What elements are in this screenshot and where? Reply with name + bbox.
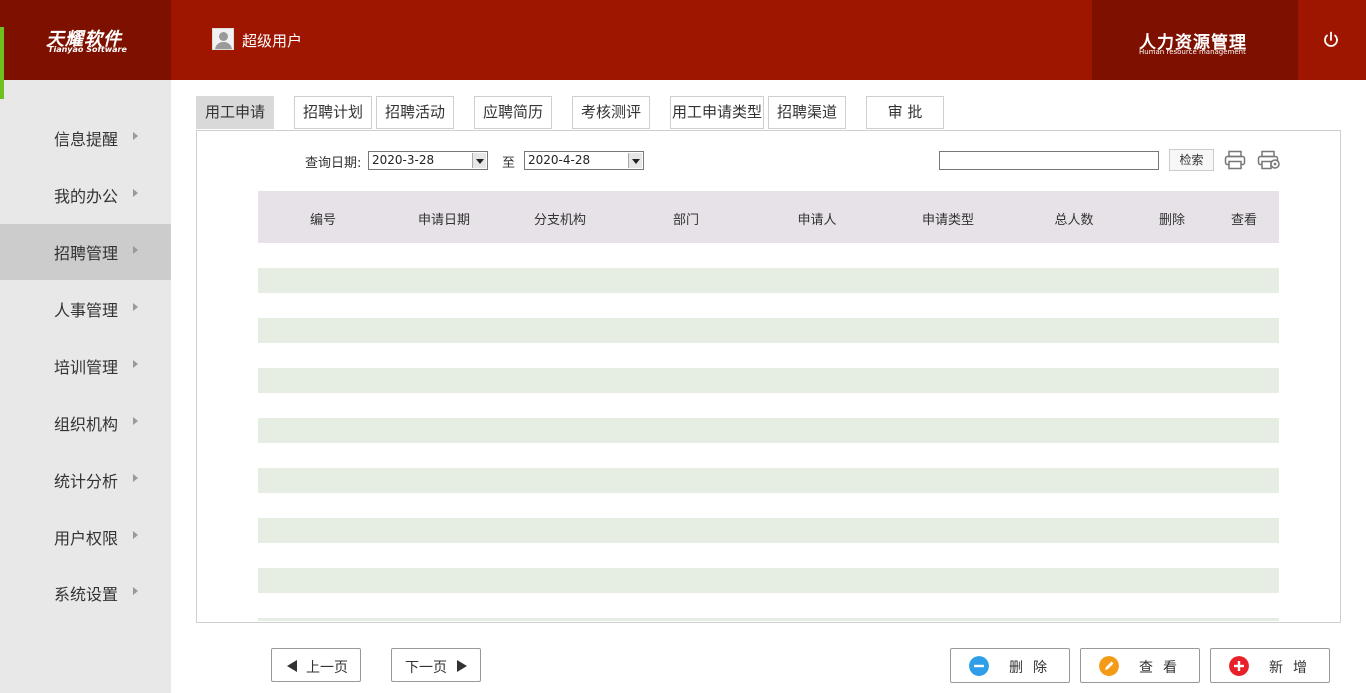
chevron-right-icon [133, 132, 138, 140]
column-header-department[interactable]: 部门 [673, 209, 699, 228]
sidebar-item-label: 我的办公 [54, 187, 119, 206]
table-header: 编号 申请日期 分支机构 部门 申请人 申请类型 总人数 删除 查看 [258, 191, 1279, 243]
column-header-applicant[interactable]: 申请人 [797, 209, 836, 228]
next-page-button[interactable]: 下一页 [391, 648, 481, 682]
date-to-value: 2020-4-28 [528, 153, 591, 167]
sidebar-item-label: 系统设置 [54, 585, 119, 604]
chevron-right-icon [133, 474, 138, 482]
table-row[interactable] [258, 568, 1279, 593]
search-input[interactable] [939, 151, 1159, 170]
tab-recruitment-channels[interactable]: 招聘渠道 [768, 96, 846, 129]
sidebar-item-label: 组织机构 [54, 415, 119, 434]
delete-button[interactable]: 删除 [950, 648, 1070, 683]
table-row[interactable] [258, 418, 1279, 443]
view-label: 查看 [1139, 660, 1187, 676]
query-date-label: 查询日期: [305, 156, 362, 171]
sidebar-item-label: 统计分析 [54, 472, 119, 491]
tab-approval[interactable]: 审 批 [866, 96, 944, 129]
tab-resumes[interactable]: 应聘简历 [474, 96, 552, 129]
sidebar-item-label: 招聘管理 [54, 244, 119, 263]
column-header-apply-date[interactable]: 申请日期 [418, 209, 470, 228]
column-header-branch[interactable]: 分支机构 [534, 209, 586, 228]
date-to-label: 至 [502, 156, 516, 171]
table-row[interactable] [258, 368, 1279, 393]
sidebar: 信息提醒 我的办公 招聘管理 人事管理 培训管理 组织机构 统计分析 用户权限 … [0, 80, 171, 693]
date-from-value: 2020-3-28 [372, 153, 435, 167]
column-header-total-people[interactable]: 总人数 [1054, 209, 1093, 228]
logo-accent-bar [0, 27, 4, 99]
view-button[interactable]: 查看 [1080, 648, 1200, 683]
sidebar-item-training[interactable]: 培训管理 [0, 338, 171, 394]
tab-recruitment-activity[interactable]: 招聘活动 [376, 96, 454, 129]
sidebar-item-info-reminder[interactable]: 信息提醒 [0, 110, 171, 166]
top-header: 天耀软件 Tianyao Software 超级用户 人力资源管理 Human … [0, 0, 1366, 80]
system-title-box: 人力资源管理 Human resource management [1092, 0, 1298, 80]
tab-application-types[interactable]: 用工申请类型 [670, 96, 764, 129]
chevron-right-icon [133, 360, 138, 368]
delete-label: 删除 [1009, 660, 1057, 676]
add-label: 新增 [1269, 660, 1317, 676]
search-button[interactable]: 检索 [1169, 149, 1214, 171]
date-from-select[interactable]: 2020-3-28 [368, 151, 488, 170]
table-row[interactable] [258, 268, 1279, 293]
system-subtitle: Human resource management [1139, 48, 1246, 56]
chevron-down-icon[interactable] [628, 153, 642, 168]
plus-circle-icon [1229, 656, 1249, 676]
sidebar-item-user-permissions[interactable]: 用户权限 [0, 509, 171, 565]
chevron-right-icon [133, 417, 138, 425]
user-avatar-icon [212, 28, 234, 50]
date-to-select[interactable]: 2020-4-28 [524, 151, 644, 170]
sidebar-item-label: 用户权限 [54, 529, 119, 548]
sidebar-item-my-office[interactable]: 我的办公 [0, 167, 171, 223]
column-header-apply-type[interactable]: 申请类型 [922, 209, 974, 228]
chevron-down-icon[interactable] [472, 153, 486, 168]
column-header-view[interactable]: 查看 [1231, 209, 1257, 228]
chevron-right-icon [133, 531, 138, 539]
add-button[interactable]: 新增 [1210, 648, 1330, 683]
chevron-right-icon [133, 303, 138, 311]
column-header-delete[interactable]: 删除 [1159, 209, 1185, 228]
sidebar-item-personnel[interactable]: 人事管理 [0, 281, 171, 337]
chevron-right-icon [133, 246, 138, 254]
triangle-left-icon [287, 660, 297, 672]
prev-page-button[interactable]: 上一页 [271, 648, 361, 682]
column-header-id[interactable]: 编号 [310, 209, 336, 228]
print-settings-icon[interactable] [1257, 150, 1281, 170]
triangle-right-icon [457, 660, 467, 672]
table-row[interactable] [258, 618, 1279, 621]
tab-recruitment-plan[interactable]: 招聘计划 [294, 96, 372, 129]
table-row[interactable] [258, 518, 1279, 543]
chevron-right-icon [133, 189, 138, 197]
sidebar-item-statistics[interactable]: 统计分析 [0, 452, 171, 508]
minus-circle-icon [969, 656, 989, 676]
prev-page-label: 上一页 [306, 660, 348, 676]
print-icon[interactable] [1224, 150, 1246, 170]
table-row[interactable] [258, 318, 1279, 343]
sidebar-item-label: 信息提醒 [54, 130, 119, 149]
edit-icon [1099, 656, 1119, 676]
sidebar-item-recruitment[interactable]: 招聘管理 [0, 224, 171, 280]
sidebar-item-label: 人事管理 [54, 301, 119, 320]
tab-employment-application[interactable]: 用工申请 [196, 96, 274, 129]
tab-assessment[interactable]: 考核测评 [572, 96, 650, 129]
logo-subtitle: Tianyao Software [48, 45, 127, 54]
brand-logo: 天耀软件 Tianyao Software [0, 0, 171, 80]
next-page-label: 下一页 [405, 660, 447, 676]
sidebar-item-organization[interactable]: 组织机构 [0, 395, 171, 451]
sidebar-item-system-settings[interactable]: 系统设置 [0, 565, 171, 621]
sidebar-item-label: 培训管理 [54, 358, 119, 377]
chevron-right-icon [133, 587, 138, 595]
table-row[interactable] [258, 468, 1279, 493]
user-name: 超级用户 [242, 32, 303, 50]
power-icon[interactable] [1320, 29, 1342, 51]
